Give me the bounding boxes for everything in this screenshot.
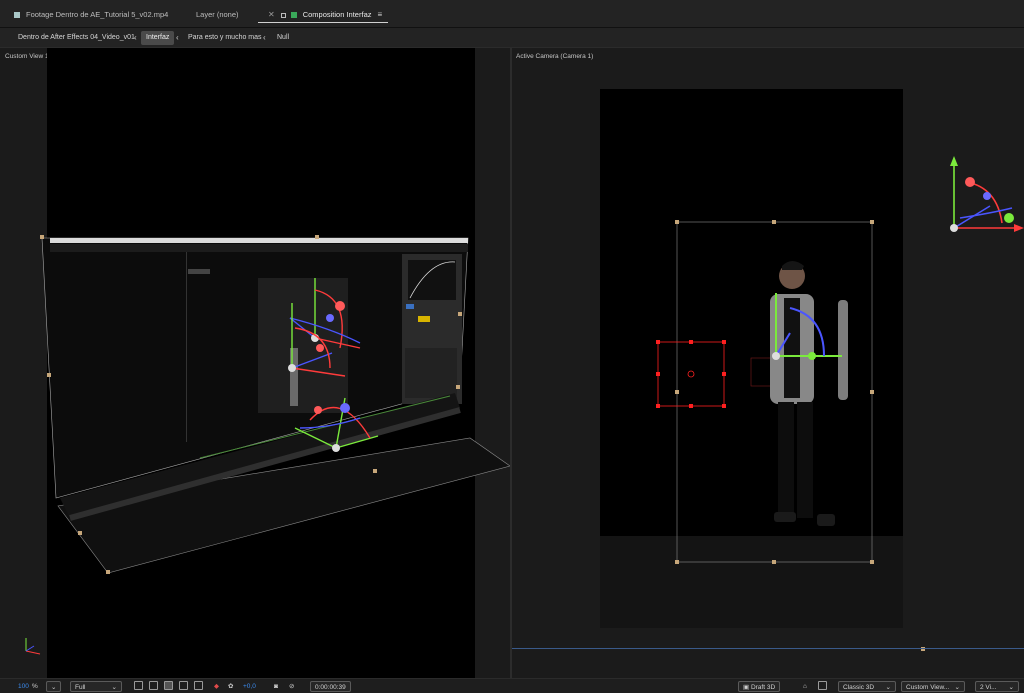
zoom-dropdown[interactable]: ⌄ (46, 681, 62, 692)
view-layout-dropdown[interactable]: 2 Vi... ⌄ (975, 681, 1019, 692)
draft3d-icon: ▣ (743, 684, 751, 691)
show-snapshot-icon[interactable]: ⊘ (289, 681, 294, 692)
tab-footage[interactable]: Footage Dentro de AE_Tutorial 5_v02.mp4 (14, 8, 168, 22)
draft3d-label: Draft 3D (750, 684, 776, 691)
view-dropdown[interactable]: Custom View... ⌄ (901, 681, 965, 692)
resolution-dropdown[interactable]: Full ⌄ (70, 681, 122, 692)
close-icon[interactable]: ✕ (268, 10, 275, 19)
chevron-down-icon: ⌄ (1008, 684, 1014, 691)
timecode-display[interactable]: 0:00:00:39 (310, 681, 351, 692)
active-viewer-indicator (512, 648, 1024, 649)
safe-zones-icon[interactable] (194, 681, 203, 690)
color-settings-icon[interactable]: ✿ (228, 681, 233, 692)
snapshot-icon[interactable]: ◙ (274, 681, 278, 692)
world-axis-indicator (25, 638, 41, 655)
panel-menu-icon[interactable]: ≡ (378, 10, 383, 19)
chevron-left-icon: ‹ (134, 33, 137, 42)
composition-swatch-icon (290, 12, 297, 19)
tab-composition-label: Composition Interfaz (302, 10, 372, 19)
ui-blue-chip (406, 304, 414, 309)
tab-bar: Footage Dentro de AE_Tutorial 5_v02.mp4 … (0, 0, 1024, 28)
chevron-left-icon: ‹ (176, 33, 179, 42)
mask-visibility-icon[interactable] (164, 681, 173, 690)
lock-icon[interactable] (280, 12, 286, 18)
chevron-down-icon: ⌄ (954, 684, 960, 691)
ui-small-tab (188, 269, 210, 274)
extended-viewer-icon[interactable] (818, 681, 827, 690)
ui-keypad-panel (405, 348, 457, 398)
renderer-dropdown[interactable]: Classic 3D ⌄ (838, 681, 896, 692)
resolution-value: Full (75, 684, 86, 691)
ui-graph-panel (408, 260, 456, 300)
chevron-down-icon: ⌄ (885, 684, 891, 691)
ui-preview-frame (258, 278, 348, 413)
ground-plane-icon[interactable]: ⌂ (803, 681, 807, 692)
tab-layer-label: Layer (none) (196, 10, 239, 19)
chevron-left-icon: ‹ (263, 33, 266, 42)
chevron-down-icon: ⌄ (111, 684, 117, 691)
ui-toolbar (50, 244, 468, 252)
color-channels-icon[interactable]: ◆ (214, 681, 219, 692)
renderer-value: Classic 3D (843, 684, 875, 691)
breadcrumb-item-para-esto[interactable]: Para esto y mucho mas (188, 31, 262, 45)
breadcrumb-item-parent[interactable]: Dentro de After Effects 04_Video_v01 (18, 31, 135, 45)
zoom-value[interactable]: 100 (18, 681, 29, 692)
orientation-axis-widget (950, 156, 1024, 232)
draft-3d-toggle[interactable]: ▣ Draft 3D (738, 681, 781, 692)
zoom-unit: % (32, 683, 38, 690)
view-value: Custom View... (906, 684, 950, 691)
breadcrumb-item-interfaz[interactable]: Interfaz (141, 31, 175, 45)
ui-yellow-chip (418, 316, 430, 322)
active-camera-canvas[interactable] (512, 48, 1024, 678)
exposure-value[interactable]: +0,0 (243, 681, 256, 692)
breadcrumb-item-null[interactable]: Null (277, 31, 289, 45)
viewer-toolbar: 100 % ⌄ Full ⌄ ◆ ✿ +0,0 ◙ ⊘ 0:00:00:39 ▣ … (0, 678, 1024, 693)
tab-layer[interactable]: Layer (none) (196, 8, 239, 22)
ui-menubar (50, 238, 468, 243)
breadcrumb: Dentro de After Effects 04_Video_v01 ‹ I… (0, 28, 1024, 48)
camera-floor (600, 536, 903, 628)
active-camera-viewer[interactable]: Active Camera (Camera 1) (512, 48, 1024, 678)
transparency-grid-icon[interactable] (149, 681, 158, 690)
custom-view-canvas[interactable] (0, 48, 510, 678)
grid-guides-icon[interactable] (179, 681, 188, 690)
ui-panel-divider (186, 252, 187, 442)
chevron-down-icon: ⌄ (51, 684, 57, 691)
tab-footage-label: Footage Dentro de AE_Tutorial 5_v02.mp4 (26, 10, 169, 19)
view-layout-value: 2 Vi... (980, 684, 997, 691)
region-of-interest-icon[interactable] (134, 681, 143, 690)
footage-swatch-icon (14, 12, 20, 19)
custom-view-viewer[interactable]: Custom View 1 (0, 48, 510, 678)
tab-composition[interactable]: ✕ Composition Interfaz ≡ (257, 8, 389, 23)
preview-person (290, 348, 298, 406)
